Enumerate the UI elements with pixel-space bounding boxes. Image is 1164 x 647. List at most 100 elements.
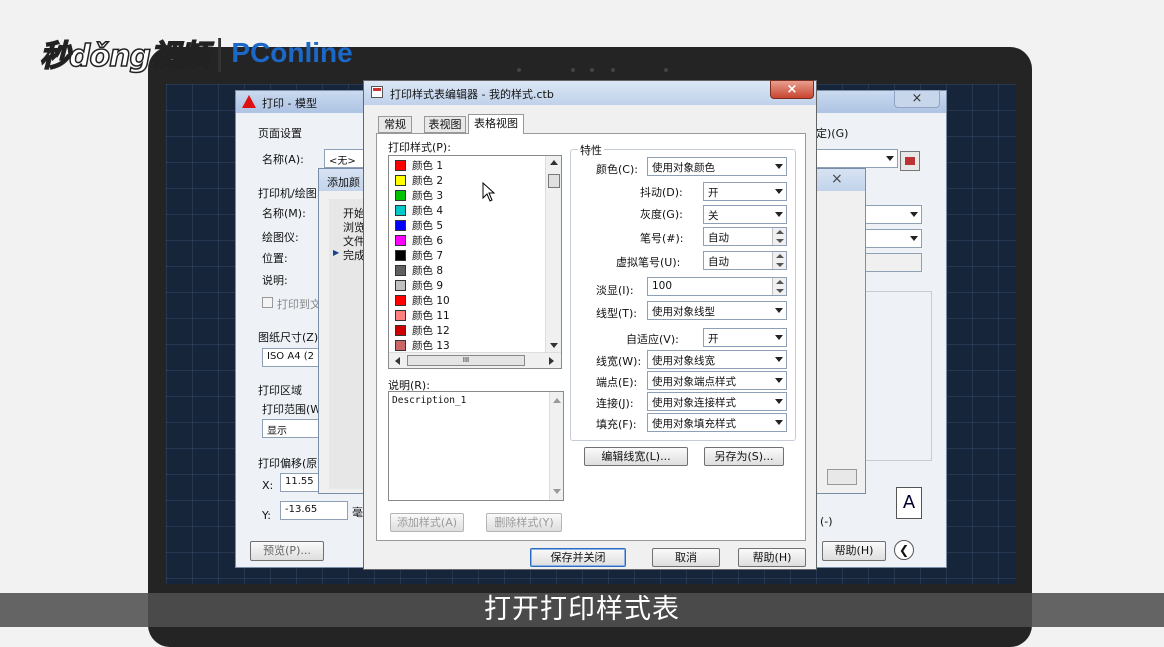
fillstyle-select[interactable]: 使用对象填充样式: [647, 413, 787, 432]
color-label: 颜色(C):: [596, 163, 638, 176]
lineweight-label: 线宽(W):: [596, 355, 642, 368]
adaptive-select[interactable]: 开: [703, 328, 787, 347]
plot-style-item[interactable]: 颜色 7: [391, 248, 543, 263]
description-text: Description_1: [392, 395, 467, 406]
cancel-button[interactable]: 取消: [652, 548, 720, 567]
lineweight-select[interactable]: 使用对象线宽: [647, 350, 787, 369]
save-and-close-button[interactable]: 保存并关闭: [530, 548, 626, 567]
tab-general[interactable]: 常规: [378, 116, 412, 133]
editor-help-button[interactable]: 帮助(H): [738, 548, 806, 567]
edit-lineweights-button[interactable]: 编辑线宽(L)...: [584, 447, 688, 466]
page-setup-name-select[interactable]: <无>: [324, 149, 364, 168]
color-swatch: [395, 235, 406, 246]
editor-close-button[interactable]: ×: [770, 80, 814, 99]
color-swatch: [395, 190, 406, 201]
plot-style-item[interactable]: 颜色 6: [391, 233, 543, 248]
y-offset-input[interactable]: -13.65: [280, 501, 348, 520]
watermark: 秒dǒng视频 | PConline: [39, 30, 352, 76]
y-offset-unit: 毫: [352, 506, 363, 519]
print-dialog-title: 打印 - 模型: [262, 97, 317, 110]
screening-spinner[interactable]: 100: [647, 277, 787, 296]
editor-app-icon: [371, 86, 383, 98]
print-to-file-label: 打印到文: [277, 298, 321, 311]
plot-style-item[interactable]: 颜色 12: [391, 323, 543, 338]
autocad-icon: [242, 95, 256, 108]
dither-select[interactable]: 开: [703, 182, 787, 201]
paper-size-select[interactable]: ISO A4 (2: [262, 348, 322, 367]
print-dialog-close-button[interactable]: ×: [894, 90, 940, 108]
color-swatch: [395, 280, 406, 291]
printer-icon: [905, 157, 915, 165]
add-page-setup-button[interactable]: [900, 151, 920, 171]
color-swatch: [395, 220, 406, 231]
plot-style-item[interactable]: 颜色 10: [391, 293, 543, 308]
plot-style-item[interactable]: 颜色 3: [391, 188, 543, 203]
wizard-finish-button[interactable]: [827, 469, 857, 485]
plot-offset-label: 打印偏移(原: [258, 457, 318, 470]
plot-range-select[interactable]: 显示: [262, 419, 322, 438]
styles-hscroll[interactable]: III: [389, 352, 561, 368]
plot-style-item[interactable]: 颜色 9: [391, 278, 543, 293]
endstyle-label: 端点(E):: [596, 376, 638, 389]
landscape-orientation-icon: A: [896, 487, 922, 519]
description-textarea[interactable]: Description_1: [388, 391, 564, 501]
screening-label: 淡显(I):: [596, 284, 634, 297]
subtitle-text: 打开打印样式表: [484, 594, 680, 625]
printer-name-label: 名称(M):: [262, 207, 306, 220]
scroll-left-icon[interactable]: [395, 357, 400, 365]
plot-styles-list[interactable]: 颜色 1 颜色 2 颜色 3 颜色 4 颜色 5 颜色 6 颜色 7 颜色 8 颜色 9 颜色 1…: [388, 155, 562, 369]
grayscale-select[interactable]: 关: [703, 205, 787, 224]
plot-style-name: 颜色 4: [412, 205, 444, 217]
plot-style-name: 颜色 6: [412, 235, 444, 247]
color-swatch: [395, 175, 406, 186]
plot-style-item[interactable]: 颜色 11: [391, 308, 543, 323]
joinstyle-select[interactable]: 使用对象连接样式: [647, 392, 787, 411]
x-offset-label: X:: [262, 479, 274, 492]
page-setup-right-select[interactable]: [816, 149, 898, 168]
plot-style-item[interactable]: 颜色 2: [391, 173, 543, 188]
print-help-button[interactable]: 帮助(H): [822, 541, 886, 561]
watermark-separator: |: [213, 33, 226, 73]
name-label: 名称(A):: [262, 153, 304, 166]
linetype-select[interactable]: 使用对象线型: [647, 301, 787, 320]
scroll-right-icon[interactable]: [549, 357, 554, 365]
styles-vscroll[interactable]: [545, 156, 561, 352]
plot-style-item[interactable]: 颜色 4: [391, 203, 543, 218]
tab-form-view[interactable]: 表格视图: [468, 114, 524, 134]
color-swatch: [395, 295, 406, 306]
joinstyle-label: 连接(J):: [596, 397, 634, 410]
pen-number-spinner[interactable]: 自动: [703, 227, 787, 246]
plot-style-item[interactable]: 颜色 5: [391, 218, 543, 233]
color-select[interactable]: 使用对象颜色: [647, 157, 787, 176]
grayscale-label: 灰度(G):: [640, 208, 683, 221]
plot-styles-items: 颜色 1 颜色 2 颜色 3 颜色 4 颜色 5 颜色 6 颜色 7 颜色 8 颜色 9 颜色 1…: [391, 158, 543, 353]
description-label: 说明:: [262, 274, 288, 287]
endstyle-select[interactable]: 使用对象端点样式: [647, 371, 787, 390]
plot-style-name: 颜色 7: [412, 250, 444, 262]
styles-vscroll-thumb[interactable]: [548, 174, 560, 188]
scroll-up-icon[interactable]: [550, 160, 558, 165]
color-swatch: [395, 205, 406, 216]
scroll-down-icon[interactable]: [550, 343, 558, 348]
save-as-button[interactable]: 另存为(S)...: [704, 447, 784, 466]
plot-style-item[interactable]: 颜色 1: [391, 158, 543, 173]
description-vscroll[interactable]: [549, 392, 563, 500]
plot-style-item[interactable]: 颜色 13: [391, 338, 543, 353]
collapse-options-button[interactable]: ❮: [894, 540, 914, 560]
subtitle-bar: 打开打印样式表: [0, 593, 1164, 627]
print-to-file-checkbox[interactable]: [262, 297, 273, 308]
plot-style-name: 颜色 5: [412, 220, 444, 232]
virtual-pen-spinner[interactable]: 自动: [703, 251, 787, 270]
add-style-button[interactable]: 添加样式(A): [390, 513, 464, 532]
editor-titlebar: 打印样式表编辑器 - 我的样式.ctb ×: [364, 80, 816, 105]
styles-hscroll-thumb[interactable]: III: [407, 355, 525, 366]
preview-button[interactable]: 预览(P)...: [250, 541, 324, 561]
plot-style-item[interactable]: 颜色 8: [391, 263, 543, 278]
wizard-step: 完成: [343, 249, 365, 262]
wizard-close-button[interactable]: ×: [831, 171, 843, 187]
color-swatch: [395, 310, 406, 321]
plot-style-name: 颜色 9: [412, 280, 444, 292]
tab-table-view[interactable]: 表视图: [424, 116, 466, 133]
color-swatch: [395, 340, 406, 351]
delete-style-button[interactable]: 删除样式(Y): [486, 513, 562, 532]
